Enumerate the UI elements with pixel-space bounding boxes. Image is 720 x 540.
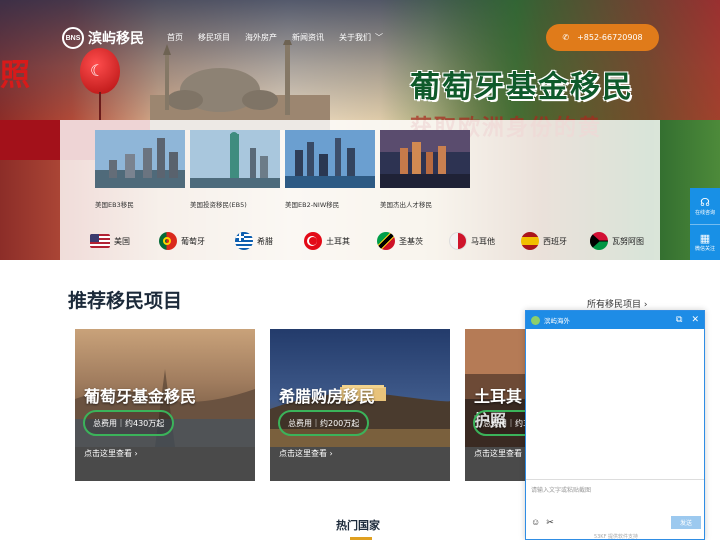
logo-mark: BNS bbox=[62, 27, 84, 49]
chevron-right-icon: › bbox=[643, 300, 648, 310]
country-tab-vanuatu[interactable]: 瓦努阿图 bbox=[590, 232, 660, 250]
expand-icon[interactable]: ⧉ bbox=[676, 315, 682, 325]
logo[interactable]: BNS 滨屿移民 bbox=[62, 27, 144, 49]
card-more-label: 点击这里查看 bbox=[84, 449, 132, 458]
brand-name: 滨屿移民 bbox=[88, 31, 144, 47]
project-card[interactable]: 希腊购房移民 总费用｜约200万起 点击这里查看 › bbox=[270, 329, 450, 481]
card-price: 总费用｜约200万起 bbox=[278, 410, 370, 436]
all-projects-label: 所有移民项目 bbox=[587, 300, 642, 310]
project-thumb-image bbox=[380, 130, 470, 188]
chat-widget: 滨屿海外 ⧉ ✕ 请输入文字或粘贴截图 ☺ ✂ 发送 53KF 提供软件支持 bbox=[525, 310, 705, 540]
all-projects-link[interactable]: 所有移民项目 › bbox=[587, 297, 648, 310]
country-label: 希腊 bbox=[257, 236, 273, 246]
phone-icon: ✆ bbox=[562, 33, 570, 42]
chat-input[interactable]: 请输入文字或粘贴截图 bbox=[526, 479, 704, 519]
project-thumb-image bbox=[285, 130, 375, 188]
qr-code-icon: ▦ bbox=[699, 232, 711, 245]
card-more-link[interactable]: 点击这里查看 › bbox=[279, 448, 333, 459]
chat-toolbar: ☺ ✂ bbox=[531, 517, 554, 528]
vanuatu-flag-icon bbox=[590, 232, 608, 250]
card-title: 希腊购房移民 bbox=[279, 387, 376, 406]
project-item[interactable]: 美国EB2-NIW移民 bbox=[285, 130, 375, 209]
country-label: 西班牙 bbox=[543, 236, 567, 246]
country-label: 美国 bbox=[114, 236, 130, 246]
card-more-link[interactable]: 点击这里查看 bbox=[474, 448, 522, 459]
nav-about-label: 关于我们 bbox=[339, 33, 371, 42]
hot-countries-title: 热门国家 bbox=[336, 519, 380, 532]
hero-title: 葡萄牙基金移民 bbox=[410, 70, 634, 105]
country-tab-turkey[interactable]: 土耳其 bbox=[304, 232, 377, 250]
online-consult-label: 在线咨询 bbox=[694, 209, 715, 216]
project-item[interactable]: 美国投资移民(EB5) bbox=[190, 130, 280, 209]
chat-title: 滨屿海外 bbox=[544, 317, 570, 325]
side-float-bar: ☊ 在线咨询 ▦ 微信关注 bbox=[690, 188, 720, 260]
wechat-follow-button[interactable]: ▦ 微信关注 bbox=[690, 224, 720, 260]
project-thumb-image bbox=[190, 130, 280, 188]
project-label: 美国EB3移民 bbox=[95, 201, 134, 209]
project-card[interactable]: 土耳其护照 总费用｜约3 点击这里查看 bbox=[465, 329, 525, 481]
nav-news[interactable]: 新闻资讯 bbox=[292, 32, 324, 43]
country-tabs: 美国 葡萄牙 希腊 土耳其 圣基茨 马耳他 西班牙 瓦努阿图 bbox=[90, 232, 660, 250]
spain-flag-icon bbox=[521, 232, 539, 250]
malta-flag-icon bbox=[449, 232, 467, 250]
hero-graphic-text: 照 bbox=[0, 58, 30, 93]
project-item[interactable]: 美国杰出人才移民 bbox=[380, 130, 470, 209]
project-item[interactable]: 美国EB3移民 bbox=[95, 130, 185, 209]
nav-projects[interactable]: 移民项目 bbox=[198, 32, 230, 43]
nav-about[interactable]: 关于我们 ﹀ bbox=[339, 32, 383, 43]
country-tab-portugal[interactable]: 葡萄牙 bbox=[159, 232, 235, 250]
chat-avatar-icon bbox=[531, 315, 540, 325]
country-label: 瓦努阿图 bbox=[612, 236, 644, 246]
chevron-right-icon: › bbox=[134, 449, 138, 458]
emoji-icon[interactable]: ☺ bbox=[531, 517, 540, 528]
main-nav: 首页 移民项目 海外房产 新闻资讯 关于我们 ﹀ bbox=[167, 32, 398, 43]
chat-header: 滨屿海外 ⧉ ✕ bbox=[526, 311, 704, 329]
country-label: 马耳他 bbox=[471, 236, 495, 246]
chevron-down-icon: ﹀ bbox=[375, 33, 383, 42]
project-card[interactable]: 葡萄牙基金移民 总费用｜约430万起 点击这里查看 › bbox=[75, 329, 255, 481]
section-title: 推荐移民项目 bbox=[68, 290, 183, 312]
phone-number: +852-66720908 bbox=[577, 33, 643, 42]
project-label: 美国EB2-NIW移民 bbox=[285, 201, 340, 209]
usa-flag-icon bbox=[90, 234, 110, 248]
chevron-right-icon: › bbox=[329, 449, 333, 458]
country-tab-greece[interactable]: 希腊 bbox=[235, 232, 304, 250]
wechat-follow-label: 微信关注 bbox=[694, 246, 715, 252]
powered-by: 53KF 提供软件支持 bbox=[593, 534, 639, 540]
country-label: 葡萄牙 bbox=[181, 236, 205, 246]
nav-home[interactable]: 首页 bbox=[167, 32, 183, 43]
country-tab-malta[interactable]: 马耳他 bbox=[449, 232, 521, 250]
turkey-balloon: ☾ bbox=[80, 48, 120, 126]
card-more-link[interactable]: 点击这里查看 › bbox=[84, 448, 138, 459]
card-price: 总费用｜约3 bbox=[473, 410, 525, 436]
phone-button[interactable]: ✆ +852-66720908 bbox=[546, 24, 659, 51]
chat-messages bbox=[526, 329, 704, 479]
turkey-flag-icon bbox=[304, 232, 322, 250]
st-kitts-flag-icon bbox=[377, 232, 395, 250]
card-more-label: 点击这里查看 bbox=[474, 449, 522, 458]
country-label: 土耳其 bbox=[326, 236, 350, 246]
greece-flag-icon bbox=[235, 232, 253, 250]
country-tab-st-kitts[interactable]: 圣基茨 bbox=[377, 232, 449, 250]
headset-icon: ☊ bbox=[700, 195, 710, 209]
project-label: 美国投资移民(EB5) bbox=[190, 201, 247, 209]
card-title: 葡萄牙基金移民 bbox=[84, 387, 197, 406]
project-thumb-image bbox=[95, 130, 185, 188]
card-price: 总费用｜约430万起 bbox=[83, 410, 175, 436]
project-label: 美国杰出人才移民 bbox=[380, 201, 432, 209]
card-more-label: 点击这里查看 bbox=[279, 449, 327, 458]
close-icon[interactable]: ✕ bbox=[691, 315, 699, 325]
country-tab-spain[interactable]: 西班牙 bbox=[521, 232, 590, 250]
country-tab-usa[interactable]: 美国 bbox=[90, 232, 159, 250]
online-consult-button[interactable]: ☊ 在线咨询 bbox=[690, 188, 720, 224]
country-label: 圣基茨 bbox=[399, 236, 423, 246]
mosque-illustration bbox=[150, 40, 330, 130]
scissors-icon[interactable]: ✂ bbox=[546, 517, 554, 528]
nav-property[interactable]: 海外房产 bbox=[245, 32, 277, 43]
portugal-flag-icon bbox=[159, 232, 177, 250]
send-button[interactable]: 发送 bbox=[671, 516, 701, 529]
